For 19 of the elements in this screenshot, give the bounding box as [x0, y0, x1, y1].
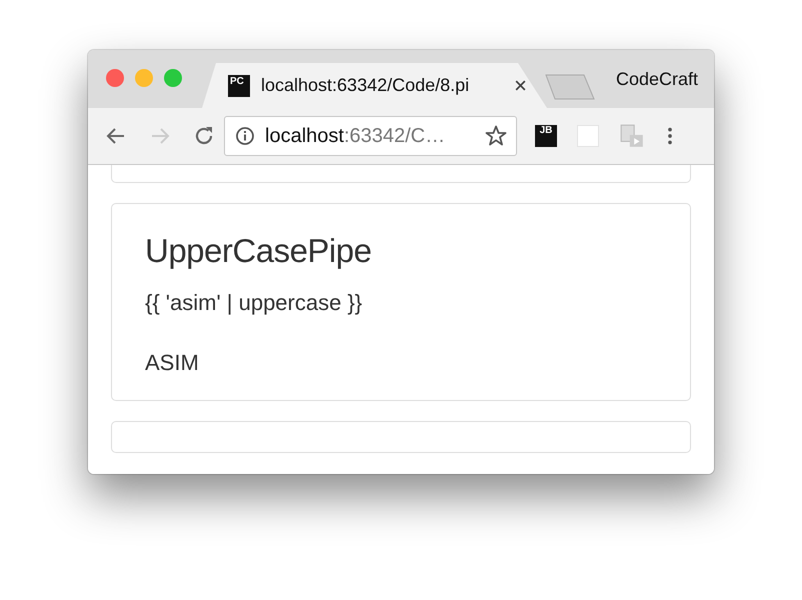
profile-name[interactable]: CodeCraft: [616, 68, 698, 90]
extension-button[interactable]: JB: [535, 125, 557, 147]
minimize-button[interactable]: [135, 69, 153, 87]
favicon-icon: PC: [228, 74, 250, 96]
url-text: localhost:63342/C…: [265, 124, 446, 148]
card-title: UpperCasePipe: [145, 232, 372, 270]
film-icon[interactable]: [619, 123, 645, 149]
browser-tab[interactable]: PC localhost:63342/Code/8.pi: [202, 63, 547, 108]
star-icon[interactable]: [484, 124, 508, 148]
new-tab-button[interactable]: [545, 74, 595, 100]
zoom-button[interactable]: [164, 69, 182, 87]
menu-icon[interactable]: [667, 125, 673, 147]
blank-extension-icon[interactable]: [577, 125, 599, 147]
address-bar[interactable]: localhost:63342/C…: [224, 116, 517, 156]
close-icon[interactable]: [514, 79, 527, 92]
close-button[interactable]: [106, 69, 124, 87]
output-text: ASIM: [145, 350, 200, 376]
info-icon[interactable]: [235, 126, 255, 146]
code-text: {{ 'asim' | uppercase }}: [145, 290, 364, 316]
